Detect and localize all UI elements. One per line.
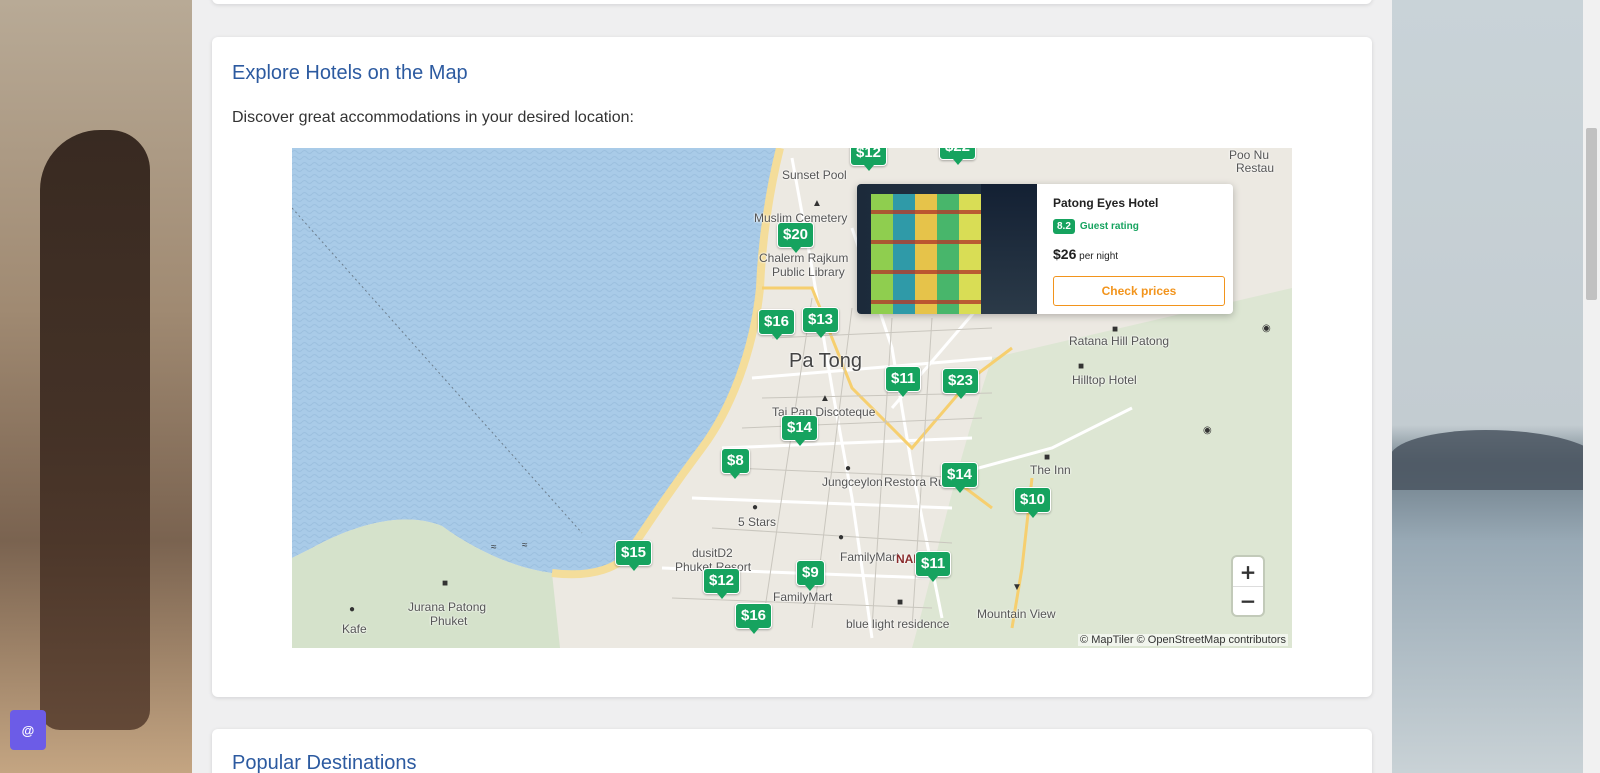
price-marker[interactable]: $13 [802, 307, 840, 338]
price-row: $26 per night [1053, 246, 1225, 262]
swimming-icon: ≈ [491, 542, 497, 553]
map-label-kafe: Kafe [342, 622, 367, 636]
zoom-in-button[interactable]: + [1233, 557, 1263, 586]
cafe-icon: ● [349, 604, 356, 615]
map-label-jurana: Jurana Patong [408, 600, 487, 614]
shopping-icon: ● [845, 463, 852, 474]
map-label-dusit: dusitD2 [692, 546, 733, 560]
price-marker[interactable]: $14 [781, 415, 819, 446]
price-marker[interactable]: $12 [703, 568, 741, 599]
price-marker[interactable]: $9 [796, 560, 825, 591]
background-left-photo [0, 0, 192, 773]
hotel-icon-2: ■ [1078, 361, 1085, 372]
zoom-out-button[interactable]: − [1233, 586, 1263, 615]
check-prices-button[interactable]: Check prices [1053, 276, 1225, 306]
page-scrollbar[interactable] [1583, 0, 1600, 773]
price-marker[interactable]: $16 [735, 603, 773, 634]
price-marker[interactable]: $16 [758, 309, 796, 340]
hotel-building-image [871, 194, 981, 314]
section-description: Discover great accommodations in your de… [232, 109, 634, 126]
hotel-price: $26 [1053, 246, 1077, 262]
hotel-popup: Patong Eyes Hotel 8.2 Guest rating $26 p… [857, 184, 1233, 314]
hotel-photo-sky [981, 184, 1037, 314]
map-label-poo-nu: Poo Nu [1229, 148, 1270, 162]
camera-icon-2: ◉ [1262, 323, 1271, 334]
map-section-card: Explore Hotels on the Map Discover great… [212, 37, 1372, 697]
hotel-icon-5: ■ [897, 597, 904, 608]
popular-destinations-title: Popular Destinations [232, 752, 417, 773]
map-label-restau: Restau [1236, 161, 1275, 175]
contact-button[interactable]: @ [10, 710, 46, 750]
hotel-map[interactable]: Sunset Pool Muslim Cemetery Chalerm Rajk… [292, 148, 1292, 648]
map-label-5-stars: 5 Stars [738, 515, 777, 529]
map-label-chalerm: Chalerm Rajkum [759, 251, 849, 265]
rating-row: 8.2 Guest rating [1053, 219, 1225, 234]
shop-icon-2: ● [838, 532, 845, 543]
map-label-mountain-view: Mountain View [977, 607, 1056, 621]
price-marker[interactable]: $11 [885, 366, 922, 397]
price-unit: per night [1079, 251, 1119, 262]
cemetery-icon: ▲ [812, 198, 822, 209]
price-marker[interactable]: $23 [942, 368, 980, 399]
price-marker[interactable]: $12 [850, 148, 888, 171]
map-label-public-library: Public Library [772, 265, 845, 279]
hotel-icon: ■ [1112, 324, 1119, 335]
map-label-blue-light: blue light residence [846, 617, 950, 631]
map-label-ratana: Ratana Hill Patong [1069, 334, 1170, 348]
temple-icon: ▲ [820, 393, 830, 404]
page-content: Explore Hotels on the Map Discover great… [192, 0, 1392, 773]
hotel-icon-3: ■ [1044, 452, 1051, 463]
map-attribution[interactable]: © MapTiler © OpenStreetMap contributors [1078, 634, 1288, 646]
hotel-name: Patong Eyes Hotel [1053, 196, 1159, 210]
background-hill [1390, 430, 1600, 490]
map-label-sunset-pool: Sunset Pool [782, 168, 847, 182]
popular-destinations-card: Popular Destinations [212, 729, 1372, 773]
hotel-info: Patong Eyes Hotel 8.2 Guest rating $26 p… [1053, 196, 1225, 262]
price-marker[interactable]: $14 [941, 462, 979, 493]
price-marker[interactable]: $10 [1014, 487, 1052, 518]
hotel-icon-4: ■ [442, 578, 449, 589]
map-label-jungceylon: Jungceylon [822, 475, 883, 489]
background-figure [40, 130, 150, 730]
rating-label: Guest rating [1079, 221, 1139, 232]
price-marker[interactable]: $11 [915, 551, 952, 582]
section-title: Explore Hotels on the Map [232, 62, 468, 84]
map-label-familymart-2: FamilyMart [773, 590, 833, 604]
price-marker[interactable]: $15 [615, 540, 653, 571]
scrollbar-thumb[interactable] [1586, 128, 1597, 300]
map-label-pa-tong: Pa Tong [789, 350, 863, 372]
shop-icon: ● [752, 502, 759, 513]
zoom-control: + − [1233, 557, 1263, 615]
bar-icon: ▼ [1012, 582, 1022, 593]
rating-score-badge: 8.2 [1053, 219, 1075, 234]
price-marker[interactable]: $22 [939, 148, 977, 165]
previous-section-card [212, 0, 1372, 4]
map-label-the-inn: The Inn [1030, 463, 1071, 477]
camera-icon: ◉ [1203, 425, 1212, 436]
map-label-phuket: Phuket [430, 614, 468, 628]
swimming-icon-2: ≈ [522, 540, 528, 551]
map-label-familymart-1: FamilyMart [840, 550, 900, 564]
map-label-hilltop: Hilltop Hotel [1072, 373, 1137, 387]
price-marker[interactable]: $20 [777, 222, 815, 253]
price-marker[interactable]: $8 [721, 448, 750, 479]
background-right-photo [1390, 0, 1600, 773]
hotel-photo [857, 184, 1037, 314]
